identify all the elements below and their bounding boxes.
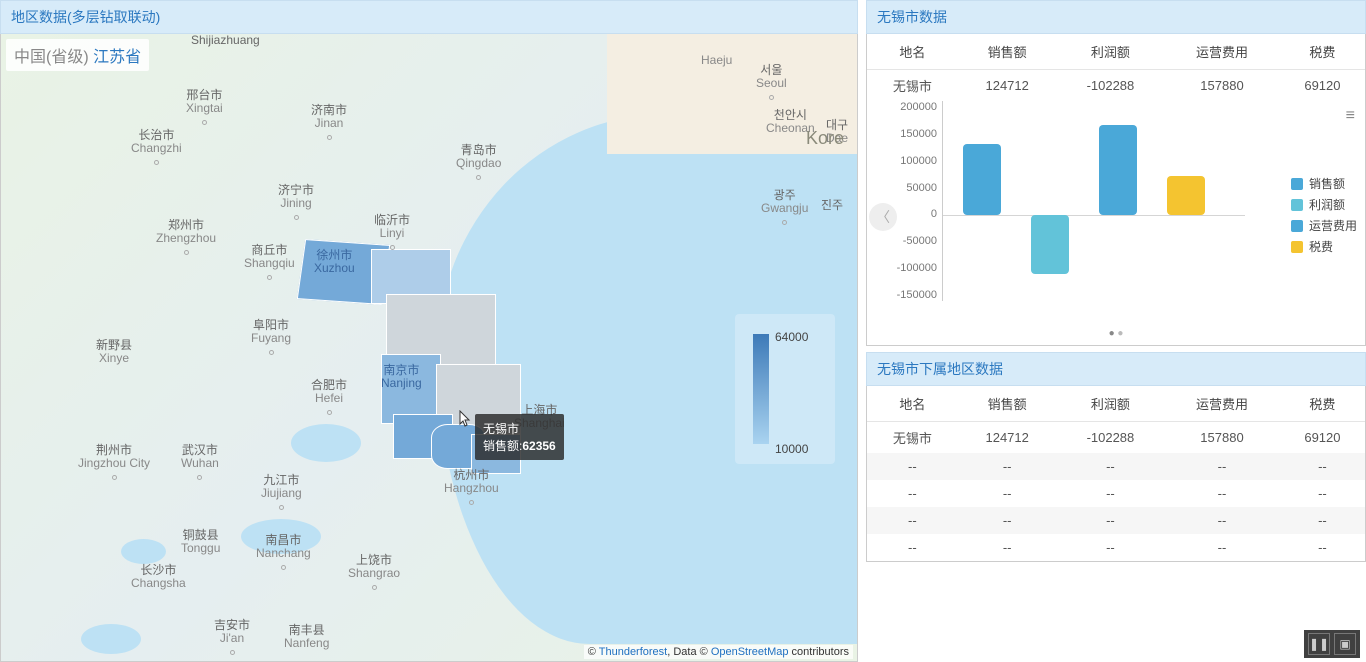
attrib-link-osm[interactable]: OpenStreetMap bbox=[711, 646, 789, 658]
lake-shape bbox=[81, 624, 141, 654]
table-row[interactable]: ---------- bbox=[867, 480, 1365, 507]
city-label: 南丰县Nanfeng bbox=[284, 624, 329, 650]
col-name: 地名 bbox=[867, 34, 958, 70]
col-tax: 税费 bbox=[1280, 386, 1365, 422]
city-label: 吉安市Ji'an bbox=[214, 619, 250, 659]
panel2-title: 无锡市下属地区数据 bbox=[866, 352, 1366, 386]
breadcrumb[interactable]: 中国(省级) 江苏省 bbox=[6, 39, 149, 71]
col-sales: 销售额 bbox=[958, 386, 1057, 422]
col-opex: 运营费用 bbox=[1164, 34, 1280, 70]
chart-prev-button[interactable]: 〈 bbox=[869, 203, 897, 231]
lake-shape bbox=[291, 424, 361, 462]
col-name: 地名 bbox=[867, 386, 958, 422]
chart-menu-icon[interactable]: ≡ bbox=[1346, 107, 1355, 125]
y-axis: 200000150000100000500000-50000-100000-15… bbox=[877, 101, 937, 301]
korea-land bbox=[607, 34, 857, 154]
table-row[interactable]: 无锡市124712-10228815788069120 bbox=[867, 422, 1365, 454]
plot-area bbox=[942, 101, 1245, 301]
city-label: 铜鼓县Tonggu bbox=[181, 529, 220, 555]
panel2-table: 地名 销售额 利润额 运营费用 税费 无锡市124712-10228815788… bbox=[867, 386, 1365, 561]
city-label: 九江市Jiujiang bbox=[261, 474, 302, 514]
legend-max: 64000 bbox=[775, 330, 808, 344]
chart-legend[interactable]: 销售额利润额运营费用税费 bbox=[1291, 171, 1357, 259]
table-row[interactable]: 无锡市 124712 -102288 157880 69120 bbox=[867, 70, 1365, 102]
city-label: 上饶市Shangrao bbox=[348, 554, 400, 594]
col-profit: 利润额 bbox=[1057, 386, 1164, 422]
city-label: 商丘市Shangqiu bbox=[244, 244, 295, 284]
city-label: 郑州市Zhengzhou bbox=[156, 219, 216, 259]
map-legend[interactable]: 64000 10000 bbox=[735, 314, 835, 464]
pause-button[interactable]: ❚❚ bbox=[1308, 633, 1330, 655]
region-suzhou[interactable] bbox=[471, 434, 521, 474]
table-row[interactable]: ---------- bbox=[867, 507, 1365, 534]
col-tax: 税费 bbox=[1280, 34, 1365, 70]
city-label: Shijiazhuang bbox=[191, 34, 260, 47]
lake-shape bbox=[121, 539, 166, 564]
breadcrumb-level-0[interactable]: 中国(省级) bbox=[14, 49, 89, 66]
map-panel-title: 地区数据(多层钻取联动) bbox=[0, 0, 858, 34]
table-row[interactable]: ---------- bbox=[867, 453, 1365, 480]
legend-gradient bbox=[753, 334, 769, 444]
legend-min: 10000 bbox=[775, 442, 808, 456]
cursor-icon bbox=[456, 410, 472, 430]
city-label: 荆州市Jingzhou City bbox=[78, 444, 150, 484]
city-label: 武汉市Wuhan bbox=[181, 444, 219, 484]
col-sales: 销售额 bbox=[958, 34, 1057, 70]
city-label: 邢台市Xingtai bbox=[186, 89, 223, 129]
panel1-table: 地名 销售额 利润额 运营费用 税费 无锡市 124712 -102288 15… bbox=[867, 34, 1365, 101]
panel2-body: 地名 销售额 利润额 运营费用 税费 无锡市124712-10228815788… bbox=[866, 386, 1366, 562]
lake-shape bbox=[241, 519, 321, 554]
attrib-link-thunderforest[interactable]: Thunderforest bbox=[599, 646, 667, 658]
map-attribution: © Thunderforest, Data © OpenStreetMap co… bbox=[584, 645, 853, 659]
city-label: 济宁市Jining bbox=[278, 184, 314, 224]
playback-controls[interactable]: ❚❚ ▣ bbox=[1304, 630, 1360, 658]
panel1-body: 地名 销售额 利润额 运营费用 税费 无锡市 124712 -102288 15… bbox=[866, 34, 1366, 346]
panel1-title: 无锡市数据 bbox=[866, 0, 1366, 34]
col-profit: 利润额 bbox=[1057, 34, 1164, 70]
city-label: 阜阳市Fuyang bbox=[251, 319, 291, 359]
present-button[interactable]: ▣ bbox=[1334, 633, 1356, 655]
col-opex: 运营费用 bbox=[1164, 386, 1280, 422]
table-row[interactable]: ---------- bbox=[867, 534, 1365, 561]
city-label: 新野县Xinye bbox=[96, 339, 132, 365]
city-label: 青岛市Qingdao bbox=[456, 144, 501, 184]
breadcrumb-level-1[interactable]: 江苏省 bbox=[93, 49, 141, 66]
city-label: 长治市Changzhi bbox=[131, 129, 182, 169]
map-canvas[interactable]: 中国(省级) 江苏省 Shijiazhuang 邢台市Xingtai 长治市Ch… bbox=[0, 34, 858, 662]
city-label: 长沙市Changsha bbox=[131, 564, 186, 590]
chart-pager[interactable]: ● ● bbox=[867, 328, 1365, 339]
city-label: 济南市Jinan bbox=[311, 104, 347, 144]
bar-chart[interactable]: ≡ 200000150000100000500000-50000-100000-… bbox=[867, 101, 1365, 326]
city-label: 合肥市Hefei bbox=[311, 379, 347, 419]
